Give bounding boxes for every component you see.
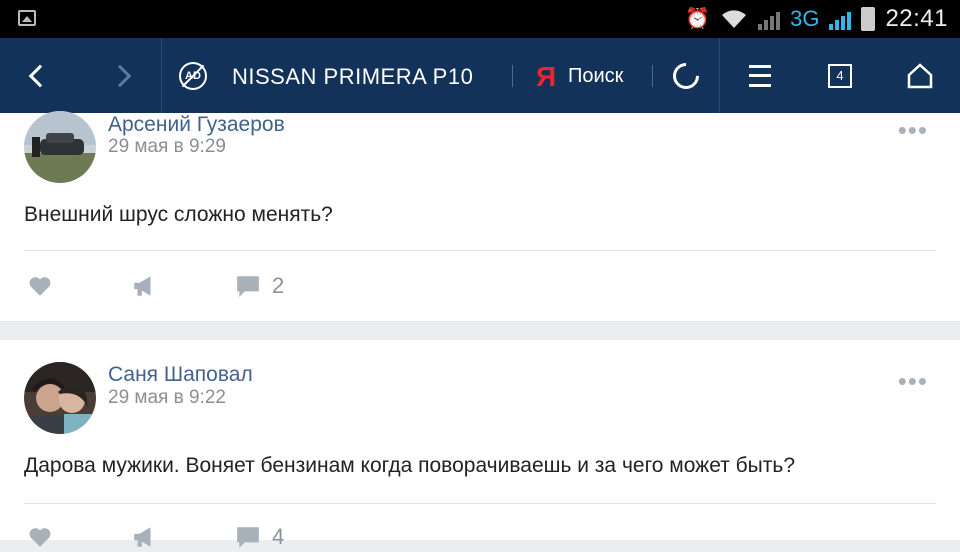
browser-toolbar: AD NISSAN PRIMERA P10 Я Поиск 4 xyxy=(0,38,960,113)
yandex-logo-icon[interactable]: Я xyxy=(536,38,556,113)
post-divider xyxy=(24,503,936,504)
like-button[interactable] xyxy=(24,271,56,301)
toolbar-separator xyxy=(512,65,513,87)
share-button[interactable] xyxy=(128,522,160,552)
gallery-notification-icon xyxy=(18,10,36,26)
heart-icon xyxy=(29,277,51,296)
comment-icon xyxy=(237,527,259,548)
network-type-label: 3G xyxy=(790,6,820,31)
sim2-signal-icon xyxy=(829,8,852,30)
adblock-button[interactable]: AD xyxy=(170,38,216,113)
megaphone-icon xyxy=(134,527,151,547)
toolbar-separator xyxy=(652,65,653,87)
post-date: 29 мая в 9:22 xyxy=(108,387,226,408)
post-actions: 2 xyxy=(24,271,284,301)
avatar[interactable] xyxy=(24,362,96,434)
comments-button[interactable] xyxy=(232,271,264,301)
chevron-right-icon xyxy=(108,64,132,87)
post-text: Внешний шрус сложно менять? xyxy=(24,203,333,226)
post-author-link[interactable]: Арсений Гузаеров xyxy=(108,113,285,137)
status-icons: ⏰ 3G 22:41 xyxy=(685,0,948,38)
home-icon xyxy=(907,62,933,88)
search-button[interactable]: Поиск xyxy=(568,38,623,113)
reload-button[interactable] xyxy=(662,38,710,113)
page-title[interactable]: NISSAN PRIMERA P10 xyxy=(232,38,473,113)
sim1-signal-icon xyxy=(758,8,781,30)
comment-count[interactable]: 2 xyxy=(272,273,284,299)
post-card: Арсений Гузаеров 29 мая в 9:29 ••• Внешн… xyxy=(0,111,960,321)
post-card: Саня Шаповал 29 мая в 9:22 ••• Дарова му… xyxy=(0,340,960,549)
heart-icon xyxy=(29,528,51,547)
clock: 22:41 xyxy=(885,5,948,32)
back-button[interactable] xyxy=(0,38,80,113)
megaphone-icon xyxy=(134,276,151,296)
comment-icon xyxy=(237,276,259,297)
status-bar: ⏰ 3G 22:41 xyxy=(0,0,960,38)
alarm-icon: ⏰ xyxy=(685,8,711,30)
post-divider xyxy=(24,250,936,251)
like-button[interactable] xyxy=(24,522,56,552)
menu-button[interactable] xyxy=(720,38,800,113)
reload-icon xyxy=(667,57,705,94)
battery-icon xyxy=(861,7,876,31)
post-author-link[interactable]: Саня Шаповал xyxy=(108,363,253,387)
forward-button[interactable] xyxy=(80,38,160,113)
more-options-icon[interactable]: ••• xyxy=(898,117,928,143)
home-button[interactable] xyxy=(880,38,960,113)
tabs-button[interactable]: 4 xyxy=(800,38,880,113)
avatar[interactable] xyxy=(24,111,96,183)
post-date: 29 мая в 9:29 xyxy=(108,136,226,157)
more-options-icon[interactable]: ••• xyxy=(898,368,928,394)
comments-button[interactable] xyxy=(232,522,264,552)
menu-icon xyxy=(749,64,771,87)
toolbar-divider xyxy=(161,38,162,113)
post-text: Дарова мужики. Воняет бензинам когда пов… xyxy=(24,454,796,477)
chevron-left-icon xyxy=(28,64,52,87)
wifi-icon xyxy=(722,10,747,28)
share-button[interactable] xyxy=(128,271,160,301)
ad-block-icon: AD xyxy=(179,61,207,90)
comment-count[interactable]: 4 xyxy=(272,524,284,550)
tab-count-badge: 4 xyxy=(828,63,852,88)
post-actions: 4 xyxy=(24,522,284,552)
